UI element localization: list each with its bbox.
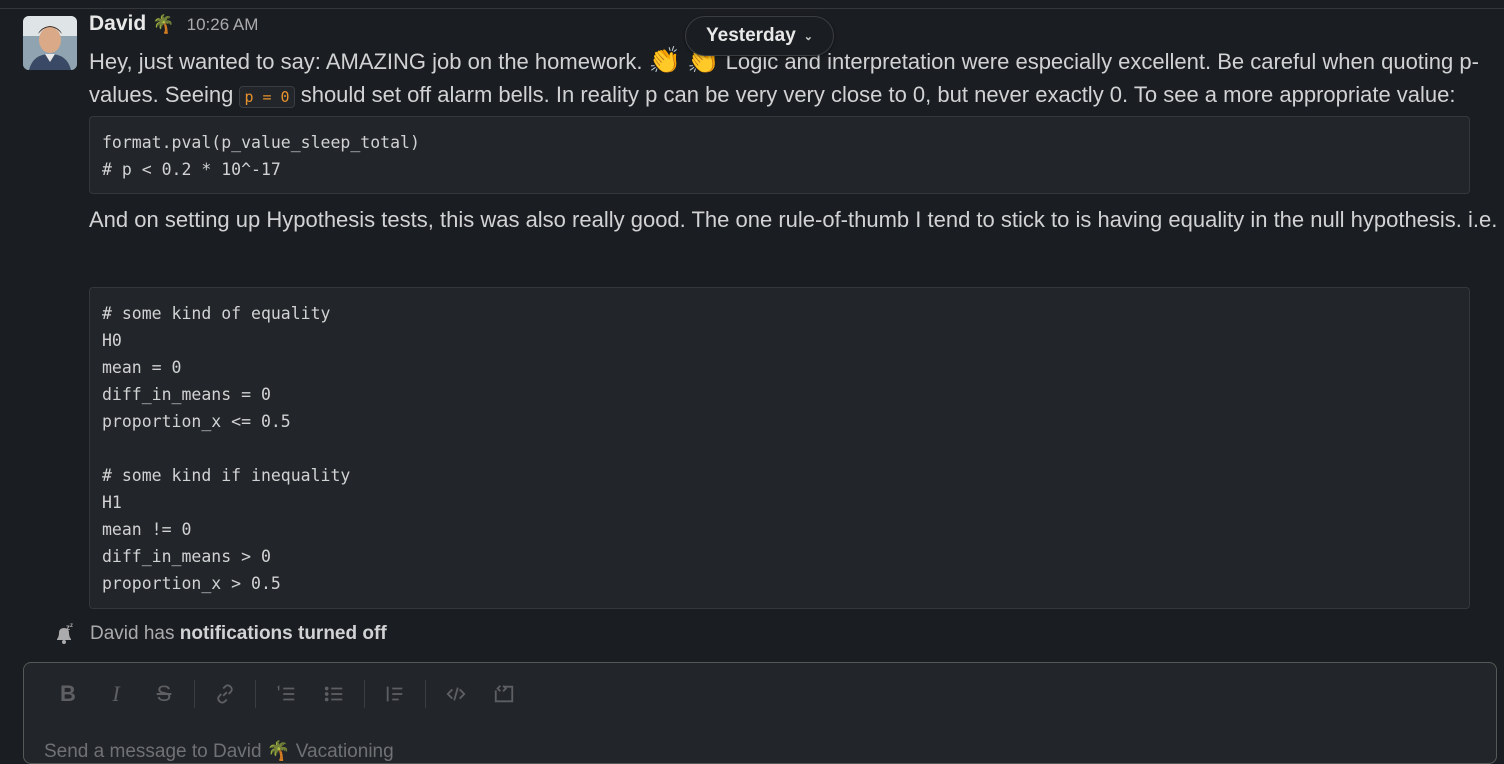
code-icon[interactable] <box>432 674 480 714</box>
toolbar-divider <box>364 680 365 708</box>
notification-text: David has notifications turned off <box>90 623 387 645</box>
toolbar-divider <box>194 680 195 708</box>
text-bold: notifications turned off <box>179 623 387 644</box>
toolbar-divider <box>255 680 256 708</box>
text-span: David has <box>90 623 180 644</box>
clap-emoji: 👏 <box>648 45 681 75</box>
ordered-list-icon[interactable] <box>262 674 310 714</box>
formatting-toolbar: B I S <box>24 663 1496 725</box>
text-span: should set off alarm bells. In reality p… <box>294 82 1456 107</box>
message-composer[interactable]: B I S Send a message to David 🌴 Vacation… <box>23 662 1497 764</box>
top-divider <box>0 8 1504 9</box>
chevron-down-icon: ⌄ <box>803 30 814 43</box>
svg-text:z: z <box>70 623 73 629</box>
blockquote-icon[interactable] <box>371 674 419 714</box>
text-span: Hey, just wanted to say: AMAZING job on … <box>89 49 649 74</box>
bold-icon[interactable]: B <box>44 674 92 714</box>
code-block-1: format.pval(p_value_sleep_total) # p < 0… <box>89 116 1470 194</box>
message-paragraph-2: And on setting up Hypothesis tests, this… <box>89 207 1498 232</box>
message-input-placeholder[interactable]: Send a message to David 🌴 Vacationing <box>44 739 394 763</box>
code-block-icon[interactable] <box>480 674 528 714</box>
notification-notice: z z David has notifications turned off <box>52 622 387 646</box>
bell-snooze-icon: z z <box>57 623 73 644</box>
avatar[interactable] <box>23 16 77 70</box>
message-timestamp[interactable]: 10:26 AM <box>187 15 259 35</box>
avatar-photo <box>23 16 77 70</box>
inline-code: p = 0 <box>239 86 295 108</box>
date-divider-button[interactable]: Yesterday ⌄ <box>685 16 835 56</box>
italic-icon[interactable]: I <box>92 674 140 714</box>
date-divider-label: Yesterday <box>706 25 796 46</box>
strikethrough-icon[interactable]: S <box>140 674 188 714</box>
toolbar-divider <box>425 680 426 708</box>
bullet-list-icon[interactable] <box>310 674 358 714</box>
link-icon[interactable] <box>201 674 249 714</box>
code-block-2: # some kind of equality H0 mean = 0 diff… <box>89 287 1470 609</box>
status-emoji[interactable]: 🌴 <box>152 14 174 35</box>
sender-name[interactable]: David <box>89 12 146 36</box>
